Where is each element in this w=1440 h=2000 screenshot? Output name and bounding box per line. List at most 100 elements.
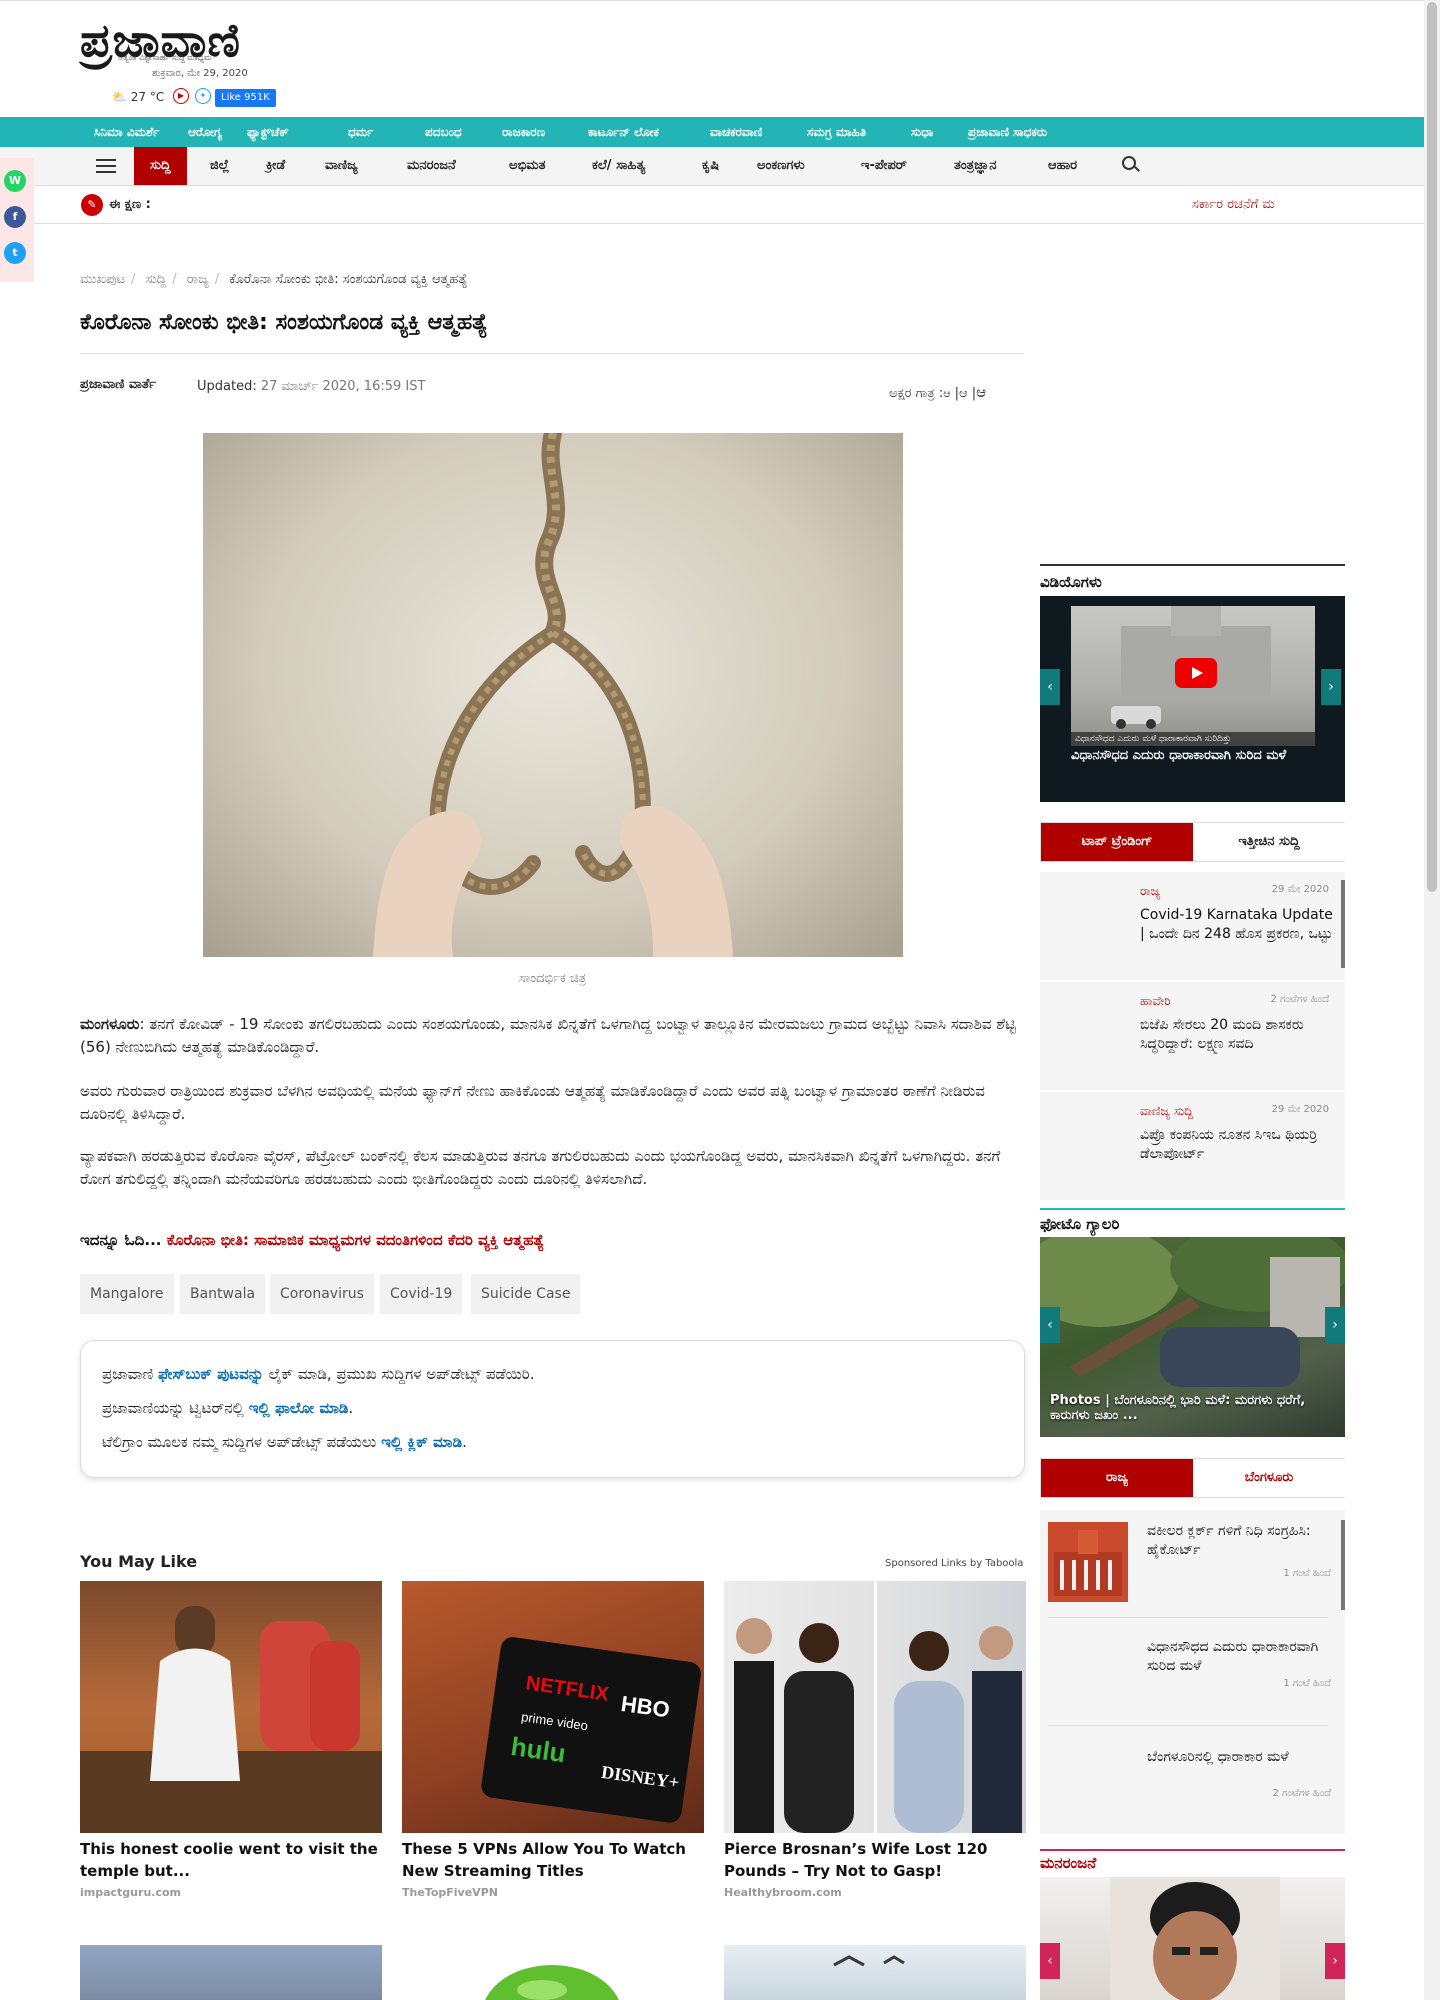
trending-category[interactable]: ವಾಣಿಜ್ಯ ಸುದ್ದಿ	[1140, 1104, 1193, 1119]
youtube-icon[interactable]: ▶	[173, 88, 189, 104]
page-scrollbar[interactable]	[1424, 0, 1440, 2000]
nav-top-item[interactable]: ಪ್ರಜಾವಾಣಿ ಸಾಧಕರು	[968, 117, 1047, 147]
chevron-right-icon[interactable]: ›	[1321, 669, 1341, 705]
twitter-share-icon[interactable]: t	[4, 242, 26, 264]
chevron-left-icon[interactable]: ‹	[1040, 1307, 1060, 1343]
nav-top-item[interactable]: ಸಮಗ್ರ ಮಾಹಿತಿ	[807, 117, 866, 147]
nav-item[interactable]: ಜಿಲ್ಲೆ	[210, 147, 229, 185]
facebook-page-link[interactable]: ಫೇಸ್‌ಬುಕ್ ಪುಟವನ್ನು	[158, 1365, 264, 1383]
nav-top-item[interactable]: ವಾಚಕರವಾಣಿ	[710, 117, 762, 147]
chevron-right-icon[interactable]: ›	[1325, 1943, 1345, 1979]
rajya-time: 1 ಗಂಟೆ ಹಿಂದೆ	[1283, 1568, 1331, 1579]
breadcrumb-rajya[interactable]: ರಾಜ್ಯ	[187, 272, 209, 287]
nav-top-item[interactable]: ಧರ್ಮ	[348, 117, 373, 147]
nav-top-item[interactable]: ಪದಬಂಧ	[425, 117, 462, 147]
sponsored-image[interactable]	[724, 1945, 1026, 2000]
sponsored-title[interactable]: These 5 VPNs Allow You To Watch New Stre…	[402, 1838, 704, 1882]
trending-title[interactable]: Covid-19 Karnataka Update | ಒಂದೇ ದಿನ 248…	[1140, 906, 1335, 946]
twitter-icon[interactable]: ✦	[195, 88, 211, 104]
sponsored-label[interactable]: Sponsored Links by Taboola	[885, 1558, 1023, 1569]
play-button-icon[interactable]	[1175, 658, 1217, 688]
video-title[interactable]: ವಿಧಾನಸೌಧದ ಎದುರು ಧಾರಾಕಾರವಾಗಿ ಸುರಿದ ಮಳೆ	[1071, 746, 1315, 765]
font-size-large[interactable]: ಆ	[976, 383, 986, 401]
nav-item[interactable]: ವಾಣಿಜ್ಯ	[325, 147, 358, 185]
trending-title[interactable]: ಬಿಜೆಪಿ ಸೇರಲು 20 ಮಂದಿ ಶಾಸಕರು ಸಿದ್ಧರಿದ್ದಾರ…	[1140, 1016, 1335, 1054]
rajya-item[interactable]: ಬೆಂಗಳೂರಿನಲ್ಲಿ ಧಾರಾಕಾರ ಮಳೆ 2 ಗಂಟೆಗಳ ಹಿಂದೆ	[1040, 1726, 1345, 1834]
nav-top-item[interactable]: ಸುಧಾ	[911, 117, 933, 147]
trending-item[interactable]: ವಾಣಿಜ್ಯ ಸುದ್ದಿ 29 ಮೇ 2020 ವಿಪ್ರೊ ಕಂಪನಿಯ …	[1040, 1092, 1345, 1200]
rajya-title[interactable]: ವಕೀಲರ ಕ್ಲರ್ಕ್ ಗಳಿಗೆ ನಿಧಿ ಸಂಗ್ರಹಿಸಿ: ಹೈಕೋ…	[1147, 1522, 1327, 1560]
nav-item[interactable]: ಇ-ಪೇಪರ್	[861, 147, 907, 185]
search-icon[interactable]	[1122, 156, 1136, 170]
rajya-scrollbar[interactable]	[1341, 1520, 1345, 1610]
rajya-title[interactable]: ವಿಧಾನಸೌಧದ ಎದುರು ಧಾರಾಕಾರವಾಗಿ ಸುರಿದ ಮಳೆ	[1147, 1638, 1327, 1676]
tab-latest-news[interactable]: ಇತ್ತೀಚಿನ ಸುದ್ದಿ	[1193, 823, 1345, 861]
read-also-link[interactable]: ಕೊರೊನಾ ಭೀತಿ: ಸಾಮಾಜಿಕ ಮಾಧ್ಯಮಗಳ ವದಂತಿಗಳಿಂದ…	[167, 1231, 544, 1249]
font-size-medium[interactable]: ಆ	[959, 386, 968, 401]
tab-bengaluru[interactable]: ಬೆಂಗಳೂರು	[1193, 1459, 1345, 1497]
page-scrollbar-thumb[interactable]	[1427, 2, 1437, 892]
breaking-ticker-text[interactable]: ಸರ್ಕಾರ ರಚನೆಗೆ ಮ	[1192, 197, 1275, 212]
font-size-small[interactable]: ಆ	[943, 387, 950, 400]
sponsored-image-temple[interactable]	[80, 1581, 382, 1833]
tablet-streaming-photo: NETFLIX HBO prime video hulu DISNEY+	[481, 1637, 701, 1823]
facebook-like-button[interactable]: Like 951K	[215, 89, 276, 107]
hamburger-menu-icon[interactable]	[96, 159, 116, 173]
nav-top-item[interactable]: ಆರೋಗ್ಯ	[188, 117, 222, 147]
sponsored-image[interactable]	[402, 1945, 704, 2000]
nav-item[interactable]: ಅಭಿಮತ	[509, 147, 546, 185]
sponsored-title[interactable]: This honest coolie went to visit the tem…	[80, 1838, 382, 1882]
video-thumbnail[interactable]: ವಿಧಾನಸೌಧದ ಎದುರು ಮಳೆ ಧಾರಾಕಾರವಾಗಿ ಸುರಿದಿತ್…	[1071, 606, 1315, 746]
photo-gallery-heading[interactable]: ಫೋಟೊ ಗ್ಯಾಲರಿ	[1040, 1215, 1345, 1233]
sponsored-image-vpn[interactable]: NETFLIX HBO prime video hulu DISNEY+	[402, 1581, 704, 1833]
telegram-link[interactable]: ಇಲ್ಲಿ ಕ್ಲಿಕ್ ಮಾಡಿ	[381, 1433, 462, 1451]
nav-item[interactable]: ತಂತ್ರಜ್ಞಾನ	[954, 147, 996, 185]
trending-item[interactable]: ರಾಜ್ಯ 29 ಮೇ 2020 Covid-19 Karnataka Upda…	[1040, 872, 1345, 980]
trending-category[interactable]: ರಾಜ್ಯ	[1140, 884, 1160, 899]
tag-chip[interactable]: Coronavirus	[270, 1274, 374, 1314]
breadcrumb-home[interactable]: ಮುಖಪುಟ	[80, 272, 125, 287]
trending-title[interactable]: ವಿಪ್ರೊ ಕಂಪನಿಯ ನೂತನ ಸಿಇಒ ಥಿಯರ್ರಿ ಡೆಲಾಪೋರ್…	[1140, 1126, 1335, 1164]
gallery-caption[interactable]: Photos | ಬೆಂಗಳೂರಿನಲ್ಲಿ ಭಾರಿ ಮಳೆ: ಮರಗಳು ಧ…	[1050, 1393, 1340, 1423]
rajya-item[interactable]: ವಕೀಲರ ಕ್ಲರ್ಕ್ ಗಳಿಗೆ ನಿಧಿ ಸಂಗ್ರಹಿಸಿ: ಹೈಕೋ…	[1040, 1510, 1345, 1618]
nav-item[interactable]: ಕೃಷಿ	[702, 147, 719, 185]
sponsored-source[interactable]: Healthybroom.com	[724, 1886, 842, 1899]
videos-heading[interactable]: ವಿಡಿಯೊಗಳು	[1040, 573, 1345, 591]
entertainment-heading[interactable]: ಮನರಂಜನೆ	[1040, 1854, 1345, 1872]
chevron-right-icon[interactable]: ›	[1325, 1307, 1345, 1343]
rajya-title[interactable]: ಬೆಂಗಳೂರಿನಲ್ಲಿ ಧಾರಾಕಾರ ಮಳೆ	[1147, 1748, 1327, 1767]
sponsored-source[interactable]: impactguru.com	[80, 1886, 181, 1899]
twitter-follow-link[interactable]: ಇಲ್ಲಿ ಫಾಲೋ ಮಾಡಿ	[249, 1399, 349, 1417]
nav-top-item[interactable]: ಸಿನಿಮಾ ವಿಮರ್ಶೆ	[94, 117, 159, 147]
sponsored-image[interactable]	[80, 1945, 382, 2000]
trending-category[interactable]: ಹಾವೇರಿ	[1140, 994, 1171, 1009]
tag-chip[interactable]: Mangalore	[80, 1274, 174, 1314]
sponsored-source[interactable]: TheTopFiveVPN	[402, 1886, 498, 1899]
whatsapp-icon[interactable]: W	[4, 170, 26, 192]
entertainment-carousel[interactable]: ‹ ›	[1040, 1877, 1345, 2000]
breadcrumb-suddi[interactable]: ಸುದ್ದಿ	[146, 272, 167, 287]
nav-item-suddi[interactable]: ಸುದ್ದಿ	[134, 147, 187, 185]
nav-item[interactable]: ಕಲೆ/ ಸಾಹಿತ್ಯ	[592, 147, 645, 185]
tag-chip[interactable]: Covid-19	[380, 1274, 463, 1314]
nav-item[interactable]: ಕ್ರೀಡೆ	[266, 147, 285, 185]
facebook-icon[interactable]: f	[4, 206, 26, 228]
nav-top-item[interactable]: ರಾಜಕಾರಣ	[502, 117, 545, 147]
trending-item[interactable]: ಹಾವೇರಿ 2 ಗಂಟೆಗಳ ಹಿಂದೆ ಬಿಜೆಪಿ ಸೇರಲು 20 ಮಂ…	[1040, 982, 1345, 1090]
nav-item[interactable]: ಮನರಂಜನೆ	[407, 147, 456, 185]
nav-item[interactable]: ಆಹಾರ	[1048, 147, 1077, 185]
rajya-item[interactable]: ವಿಧಾನಸೌಧದ ಎದುರು ಧಾರಾಕಾರವಾಗಿ ಸುರಿದ ಮಳೆ 1 …	[1040, 1618, 1345, 1726]
photo-gallery-carousel[interactable]: Photos | ಬೆಂಗಳೂರಿನಲ್ಲಿ ಭಾರಿ ಮಳೆ: ಮರಗಳು ಧ…	[1040, 1237, 1345, 1437]
sponsored-title[interactable]: Pierce Brosnan’s Wife Lost 120 Pounds – …	[724, 1838, 1026, 1882]
nav-top-item[interactable]: ಫ್ಯಾಕ್ಟ್‌ಚೆಕ್	[247, 117, 289, 147]
tag-chip[interactable]: Suicide Case	[471, 1274, 581, 1314]
tab-rajya[interactable]: ರಾಜ್ಯ	[1041, 1459, 1193, 1497]
nav-top-item[interactable]: ಕಾರ್ಟೂನ್ ಲೋಕ	[588, 117, 659, 147]
trending-scrollbar[interactable]	[1341, 880, 1345, 968]
nav-item[interactable]: ಅಂಕಣಗಳು	[757, 147, 805, 185]
tag-chip[interactable]: Bantwala	[180, 1274, 266, 1314]
sponsored-image-brosnan[interactable]	[724, 1581, 1026, 1833]
chevron-left-icon[interactable]: ‹	[1040, 1943, 1060, 1979]
chevron-left-icon[interactable]: ‹	[1040, 669, 1060, 705]
tab-top-trending[interactable]: ಟಾಪ್ ಟ್ರೆಂಡಿಂಗ್	[1041, 823, 1193, 861]
